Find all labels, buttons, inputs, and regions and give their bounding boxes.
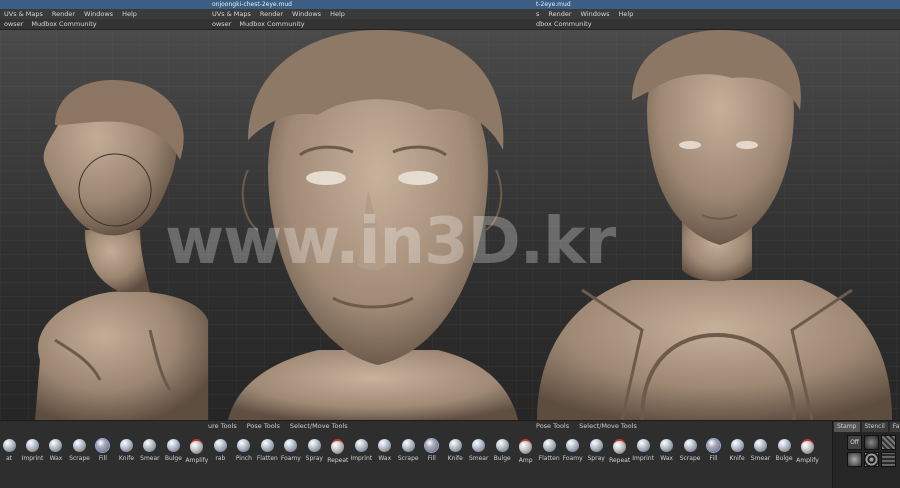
right-menu-item-0[interactable]: s [536, 9, 539, 19]
center-menu-bar: UVs & Maps Render Windows Help [208, 9, 532, 19]
tool-scrape-icon [401, 439, 415, 452]
tool-amp-icon [519, 439, 533, 454]
right-shelf-tab-0[interactable]: Pose Tools [536, 421, 569, 432]
tool-fill-icon [425, 439, 439, 452]
stamp-thumb-5[interactable] [881, 452, 896, 467]
tool-knife-icon [448, 439, 462, 452]
tool-knife-icon [730, 439, 744, 452]
tool-at-icon [2, 439, 16, 452]
stamp-off-thumb[interactable]: Off [847, 435, 862, 450]
tool-amplify-button[interactable]: Amplify [793, 435, 823, 475]
tool-rab-icon [213, 439, 227, 452]
tool-flatten-icon [260, 439, 274, 452]
tool-foamy-icon [284, 439, 298, 452]
center-shelf-tab-0[interactable]: ure Tools [208, 421, 237, 432]
tool-amplify-icon [190, 439, 204, 454]
stamp-tab-0[interactable]: Stamp [834, 422, 860, 432]
stamp-off-label: Off [850, 439, 859, 446]
center-title-bar: onjoongki-chest-2eye.mud [208, 0, 532, 9]
tool-smear-icon [754, 439, 768, 452]
tool-repeat-icon [331, 439, 345, 454]
center-shelf-tab-1[interactable]: Pose Tools [247, 421, 280, 432]
center-menu-item-0[interactable]: UVs & Maps [212, 9, 251, 19]
tool-fill-icon [707, 439, 721, 452]
tool-bulge-icon [495, 439, 509, 452]
tool-smear-icon [472, 439, 486, 452]
right-menu-item-3[interactable]: Help [619, 9, 634, 19]
tool-knife-icon [119, 439, 133, 452]
tool-imprint-icon [25, 439, 39, 452]
tool-scrape-icon [683, 439, 697, 452]
stamp-thumb-2[interactable] [881, 435, 896, 450]
stamp-thumb-4[interactable] [864, 452, 879, 467]
tool-imprint-icon [636, 439, 650, 452]
left-tab-bar: owser Mudbox Community [0, 19, 208, 30]
left-menu-item-1[interactable]: Render [52, 9, 75, 19]
tool-foamy-icon [566, 439, 580, 452]
tool-wax-icon [660, 439, 674, 452]
left-title-bar [0, 0, 208, 9]
center-menu-item-3[interactable]: Help [330, 9, 345, 19]
tool-amplify-icon [801, 439, 814, 454]
left-menu-bar: UVs & Maps Render Windows Help [0, 9, 208, 19]
tool-spray-icon [589, 439, 603, 452]
right-shelf-tabs: Pose Tools Select/Move Tools [536, 421, 637, 432]
stamp-tabs: Stamp Stencil Fa [833, 421, 900, 433]
left-menu-item-0[interactable]: UVs & Maps [4, 9, 43, 19]
watermark-text: www.in3D.kr [165, 205, 616, 279]
left-tab-0[interactable]: owser [4, 19, 23, 29]
sculpt-tool-shelf: ure Tools Pose Tools Select/Move Tools Pos… [0, 420, 900, 488]
right-tab-0[interactable]: dbox Community [536, 19, 592, 29]
center-menu-item-2[interactable]: Windows [292, 9, 321, 19]
left-menu-item-3[interactable]: Help [122, 9, 137, 19]
tool-label: Amplify [796, 457, 819, 464]
tool-scrape-icon [72, 439, 86, 452]
stamp-thumb-1[interactable] [864, 435, 879, 450]
tool-wax-icon [378, 439, 392, 452]
right-menu-item-1[interactable]: Render [548, 9, 571, 19]
tool-repeat-icon [613, 439, 627, 454]
tool-wax-icon [49, 439, 63, 452]
stamp-thumb-3[interactable] [847, 452, 862, 467]
stamp-tab-1[interactable]: Stencil [861, 422, 888, 432]
stamp-panel: Stamp Stencil Fa Off [832, 421, 900, 488]
left-tab-1[interactable]: Mudbox Community [31, 19, 96, 29]
tool-smear-icon [143, 439, 157, 452]
right-shelf-tab-1[interactable]: Select/Move Tools [579, 421, 637, 432]
center-shelf-tabs: ure Tools Pose Tools Select/Move Tools [208, 421, 348, 432]
tool-fill-icon [96, 439, 110, 452]
right-menu-item-2[interactable]: Windows [581, 9, 610, 19]
left-menu-item-2[interactable]: Windows [84, 9, 113, 19]
center-shelf-tab-2[interactable]: Select/Move Tools [290, 421, 348, 432]
tool-bulge-icon [777, 439, 791, 452]
tool-bulge-icon [166, 439, 180, 452]
tool-pinch-icon [237, 439, 251, 452]
stamp-tab-2[interactable]: Fa [889, 422, 900, 432]
center-menu-item-1[interactable]: Render [260, 9, 283, 19]
center-tab-1[interactable]: Mudbox Community [239, 19, 304, 29]
center-tab-0[interactable]: owser [212, 19, 231, 29]
watermark: www.in3D.kr [165, 175, 705, 295]
right-title-bar: t-2eye.mud [532, 0, 900, 9]
right-menu-bar: s Render Windows Help [532, 9, 900, 19]
center-tab-bar: owser Mudbox Community [208, 19, 532, 30]
tool-imprint-icon [354, 439, 368, 452]
tool-flatten-icon [542, 439, 556, 452]
tool-spray-icon [307, 439, 321, 452]
right-tab-bar: dbox Community [532, 19, 900, 30]
